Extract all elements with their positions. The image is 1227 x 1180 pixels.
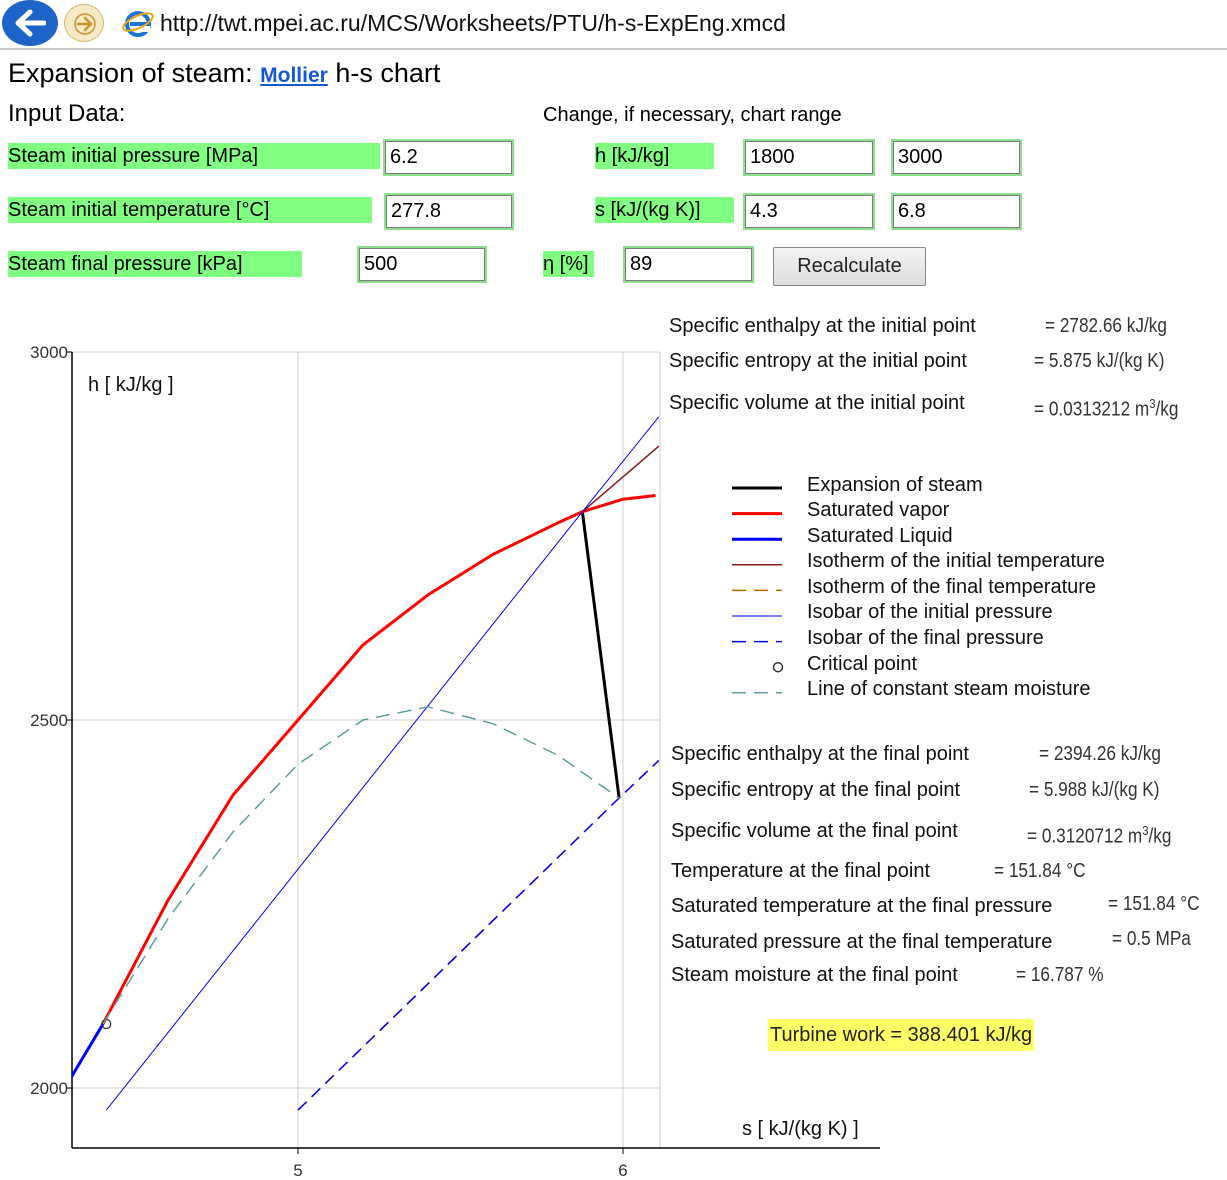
x-tick-label: 6 xyxy=(618,1161,627,1180)
series-isobar-of-the-final-pressure xyxy=(297,759,660,1111)
h-min-box xyxy=(743,139,875,176)
initial-volume-value: = 0.0313212 m3/kg xyxy=(1034,396,1179,421)
efficiency-input[interactable] xyxy=(625,248,752,281)
chart-range-heading: Change, if necessary, chart range xyxy=(543,104,842,126)
h-max-box xyxy=(891,139,1022,176)
s-range-label: s [kJ/(kg K)] xyxy=(595,197,734,223)
steam-moisture-value: = 16.787 % xyxy=(1016,964,1104,986)
initial-temperature-label: Steam initial temperature [°C] xyxy=(8,197,372,223)
h-min-input[interactable] xyxy=(745,141,873,174)
y-tick-label: 3000 xyxy=(30,343,68,362)
y-tick-label: 2500 xyxy=(30,711,68,730)
s-min-input[interactable] xyxy=(745,195,873,228)
initial-temperature-input[interactable] xyxy=(386,195,512,228)
x-tick-label: 5 xyxy=(293,1161,302,1180)
initial-pressure-input[interactable] xyxy=(385,141,512,174)
y-tick-label: 2000 xyxy=(30,1079,68,1098)
series-expansion-of-steam xyxy=(580,511,621,798)
x-axis-label: s [ kJ/(kg K) ] xyxy=(742,1118,859,1140)
recalculate-button[interactable]: Recalculate xyxy=(773,247,926,286)
mollier-hs-chart: 2000 2500 3000 5 6 h [ kJ/kg ] s [ kJ/(kg K) ] xyxy=(30,343,880,1180)
final-pressure-box xyxy=(357,246,487,283)
s-min-box xyxy=(743,193,875,230)
series-line-of-constant-steam-moisture xyxy=(102,706,620,1025)
final-pressure-input[interactable] xyxy=(359,248,485,281)
address-bar: http://twt.mpei.ac.ru/MCS/Worksheets/PTU… xyxy=(0,0,1227,50)
forward-button[interactable] xyxy=(64,4,104,42)
series-isotherm-of-the-initial-temperature xyxy=(581,445,660,513)
back-arrow-icon xyxy=(15,9,46,37)
series-isobar-of-the-initial-pressure xyxy=(105,416,660,1111)
forward-arrow-icon xyxy=(74,13,96,35)
initial-pressure-label: Steam initial pressure [MPa] xyxy=(8,143,380,169)
initial-pressure-box xyxy=(383,139,514,176)
s-max-box xyxy=(891,193,1022,230)
final-enthalpy-value: = 2394.26 kJ/kg xyxy=(1039,743,1161,765)
series-saturated-liquid xyxy=(72,1023,105,1079)
series-saturated-vapor xyxy=(101,494,656,1025)
input-data-heading: Input Data: xyxy=(8,100,126,127)
initial-entropy-value: = 5.875 kJ/(kg K) xyxy=(1034,350,1165,372)
h-max-input[interactable] xyxy=(893,141,1020,174)
final-temperature-value: = 151.84 °C xyxy=(994,860,1086,882)
mollier-link[interactable]: Mollier xyxy=(260,64,328,87)
initial-temperature-box xyxy=(384,193,514,230)
final-volume-value: = 0.3120712 m3/kg xyxy=(1027,823,1172,848)
h-range-label: h [kJ/kg] xyxy=(595,143,714,169)
saturated-pressure-value: = 0.5 MPa xyxy=(1112,928,1191,950)
title-suffix: h-s chart xyxy=(335,58,441,88)
s-max-input[interactable] xyxy=(893,195,1020,228)
saturated-temperature-value: = 151.84 °C xyxy=(1108,893,1200,915)
final-pressure-label: Steam final pressure [kPa] xyxy=(8,251,302,277)
internet-explorer-icon xyxy=(122,11,154,37)
title-prefix: Expansion of steam: xyxy=(8,58,253,88)
back-button[interactable] xyxy=(2,0,58,46)
url-text[interactable]: http://twt.mpei.ac.ru/MCS/Worksheets/PTU… xyxy=(160,10,786,37)
efficiency-label: η [%] xyxy=(543,251,594,277)
y-axis-label: h [ kJ/kg ] xyxy=(88,374,174,396)
efficiency-box xyxy=(623,246,754,283)
final-entropy-value: = 5.988 kJ/(kg K) xyxy=(1029,779,1160,801)
page-title: Expansion of steam: Mollier h-s chart xyxy=(8,58,440,89)
initial-enthalpy-value: = 2782.66 kJ/kg xyxy=(1045,315,1167,337)
